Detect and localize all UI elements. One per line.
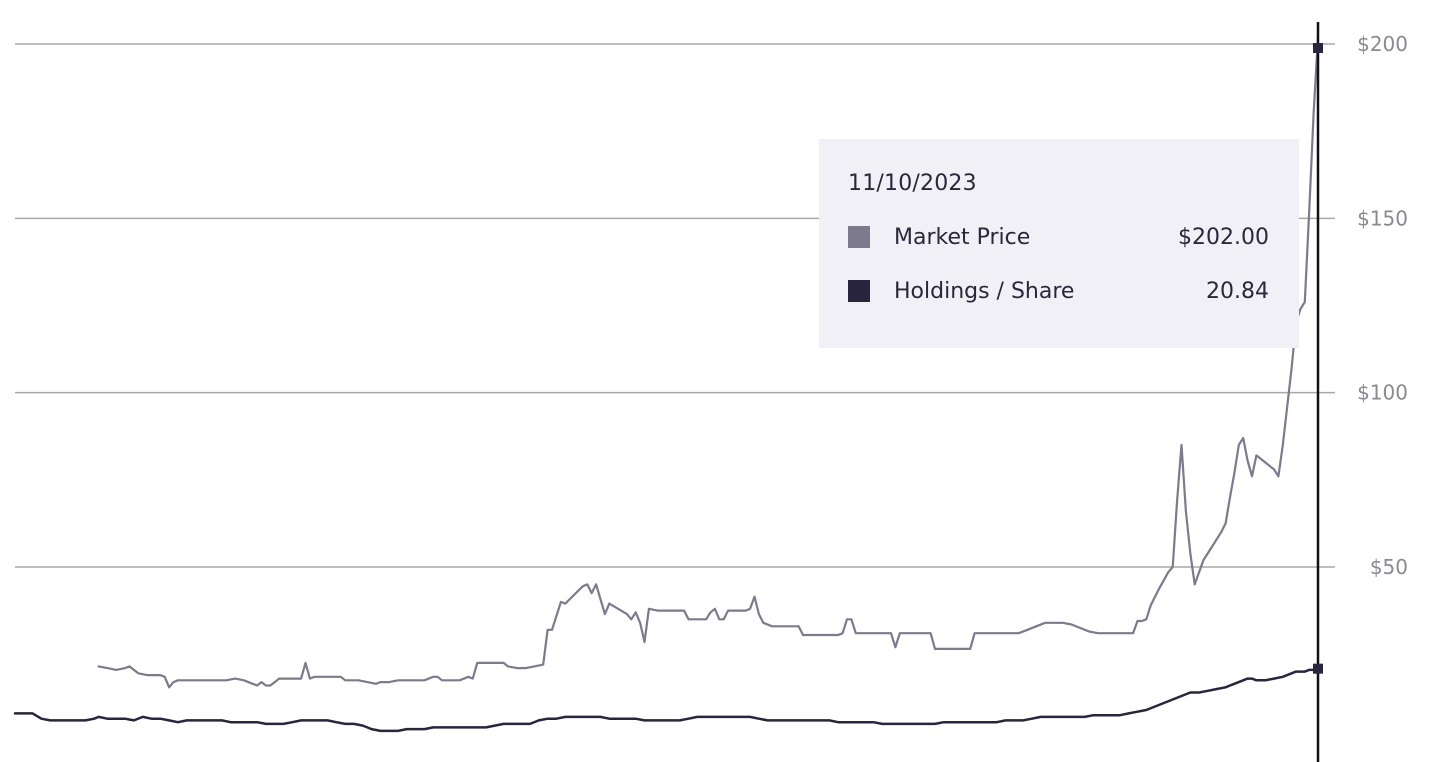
tooltip-row-market-price: Market Price $202.00 xyxy=(848,222,1269,252)
y-tick-label-150: $150 xyxy=(1357,206,1408,230)
y-tick-label-200: $200 xyxy=(1357,32,1408,56)
holdings-share-value: 20.84 xyxy=(1206,278,1269,304)
series-line-holdings-share xyxy=(13,667,1320,733)
series-line-market-price xyxy=(97,35,1320,689)
y-tick-label-50: $50 xyxy=(1370,555,1408,579)
market-price-value: $202.00 xyxy=(1178,224,1269,250)
market-price-label: Market Price xyxy=(894,224,1031,250)
y-tick-label-100: $100 xyxy=(1357,381,1408,405)
cursor-marker-market-price xyxy=(1313,43,1323,53)
tooltip-date: 11/10/2023 xyxy=(848,171,977,196)
holdings-share-swatch xyxy=(848,280,870,302)
market-price-swatch xyxy=(848,226,870,248)
price-holdings-chart[interactable]: $200 $150 $100 $50 xyxy=(0,0,1440,762)
holdings-share-label: Holdings / Share xyxy=(894,278,1075,304)
y-axis-ticks: $200 $150 $100 $50 xyxy=(1357,32,1408,579)
tooltip-row-holdings-share: Holdings / Share 20.84 xyxy=(848,276,1269,306)
cursor-marker-holdings-share xyxy=(1313,663,1323,674)
chart-tooltip: 11/10/2023 Market Price $202.00 Holdings… xyxy=(819,139,1299,348)
